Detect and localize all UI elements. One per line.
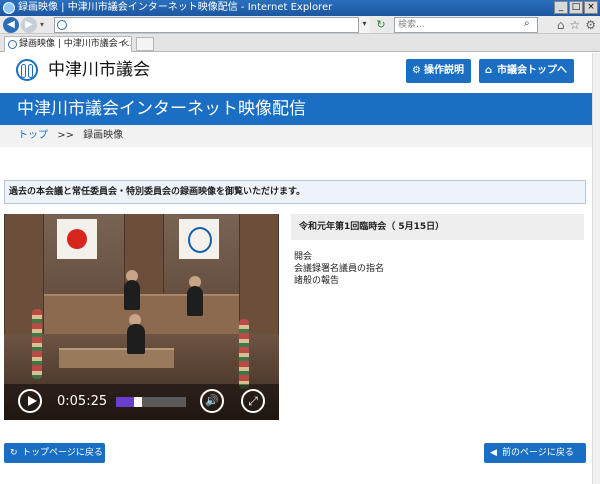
play-icon[interactable]	[18, 389, 42, 413]
breadcrumb-separator: >>	[57, 130, 74, 141]
page-content: 中津川市議会 ⚙ 操作説明 ⌂ 市議会トップへ 中津川市議会インターネット映像配…	[0, 53, 592, 484]
prev-page-button[interactable]: ◀ 前のページに戻る	[484, 443, 586, 463]
ie-logo-icon	[3, 2, 15, 14]
decoration	[239, 319, 249, 389]
speaker-figure	[127, 324, 145, 354]
address-bar[interactable]	[54, 17, 370, 33]
video-controls: 0:05:25 🔊 ⤢	[4, 384, 279, 420]
city-flag	[179, 219, 219, 259]
tab-title: 録画映像 | 中津川市議会イ...	[19, 39, 132, 49]
session-title-bar: 令和元年第1回臨時会（ 5月15日）	[291, 214, 584, 240]
maximize-button[interactable]: □	[569, 1, 583, 14]
window-title-bar: 録画映像 | 中津川市議会インターネット映像配信 - Internet Expl…	[0, 0, 600, 16]
council-top-label: 市議会トップへ	[497, 65, 567, 76]
browser-toolbar: ◀ ▶ ▾ ▾ ↻ 検索... ⌕ ⌂ ☆ ⚙	[0, 16, 600, 34]
page-banner: 中津川市議会インターネット映像配信	[0, 93, 592, 125]
breadcrumb-current: 録画映像	[83, 130, 124, 141]
agenda-item[interactable]: 開会	[294, 251, 584, 263]
minimize-button[interactable]: _	[554, 1, 568, 14]
video-player[interactable]: 0:05:25 🔊 ⤢	[4, 214, 279, 420]
tab-favicon-icon	[8, 40, 17, 49]
video-wall-panel	[239, 214, 279, 334]
seek-knob[interactable]	[134, 397, 142, 407]
site-name[interactable]: 中津川市議会	[48, 59, 150, 81]
notice-box: 過去の本会議と常任委員会・特別委員会の録画映像を御覧いただけます。	[4, 180, 586, 204]
official-figure	[187, 286, 203, 316]
tab-recorded-video[interactable]: 録画映像 | 中津川市議会イ... ×	[4, 36, 132, 52]
podium	[59, 348, 174, 368]
agenda-item[interactable]: 諸般の報告	[294, 275, 584, 287]
window-title: 録画映像 | 中津川市議会インターネット映像配信 - Internet Expl…	[18, 2, 333, 13]
video-time: 0:05:25	[57, 394, 108, 409]
back-button[interactable]: ◀	[3, 17, 19, 33]
seek-bar[interactable]	[116, 397, 186, 407]
page-scrollbar[interactable]	[592, 53, 600, 484]
search-icon[interactable]: ⌕	[524, 18, 530, 29]
page-title: 中津川市議会インターネット映像配信	[17, 99, 306, 119]
gear-icon: ⚙	[412, 65, 421, 76]
volume-icon[interactable]: 🔊	[200, 389, 224, 413]
site-favicon-icon	[57, 20, 67, 30]
favorites-icon[interactable]: ☆	[569, 17, 580, 33]
city-emblem-icon[interactable]	[16, 59, 38, 81]
tab-close-icon[interactable]: ×	[121, 37, 129, 51]
refresh-arrow-icon: ↻	[10, 448, 18, 458]
breadcrumb: トップ >> 録画映像	[0, 125, 592, 147]
council-top-button[interactable]: ⌂ 市議会トップへ	[479, 59, 574, 83]
japan-flag	[57, 219, 97, 259]
home-icon[interactable]: ⌂	[557, 17, 565, 33]
window-controls: _ □ ×	[554, 1, 598, 14]
decoration	[32, 309, 42, 379]
close-window-button[interactable]: ×	[584, 1, 598, 14]
prev-page-label: 前のページに戻る	[502, 448, 574, 458]
howto-label: 操作説明	[424, 65, 464, 76]
toolbar-icons: ⌂ ☆ ⚙	[557, 17, 596, 33]
forward-button[interactable]: ▶	[21, 17, 37, 33]
video-frame	[4, 214, 279, 334]
address-dropdown-icon[interactable]: ▾	[358, 17, 370, 33]
notice-text: 過去の本会議と常任委員会・特別委員会の録画映像を御覧いただけます。	[9, 187, 306, 197]
session-title: 令和元年第1回臨時会（ 5月15日）	[299, 222, 445, 232]
refresh-icon[interactable]: ↻	[374, 18, 388, 32]
building-icon: ⌂	[485, 65, 493, 76]
history-dropdown-icon[interactable]: ▾	[40, 20, 44, 29]
official-figure	[124, 280, 140, 310]
seek-bar-fill	[116, 397, 134, 407]
howto-button[interactable]: ⚙ 操作説明	[406, 59, 471, 83]
tools-gear-icon[interactable]: ⚙	[585, 17, 596, 33]
new-tab-button[interactable]	[136, 37, 154, 51]
agenda-list: 開会 会議録署名議員の指名 諸般の報告	[294, 251, 584, 287]
back-to-top-button[interactable]: ↻ トップページに戻る	[4, 443, 105, 463]
breadcrumb-home-link[interactable]: トップ	[18, 130, 48, 141]
back-to-top-label: トップページに戻る	[22, 448, 103, 458]
left-arrow-icon: ◀	[490, 448, 497, 458]
agenda-item[interactable]: 会議録署名議員の指名	[294, 263, 584, 275]
fullscreen-icon[interactable]: ⤢	[241, 389, 265, 413]
tab-strip: 録画映像 | 中津川市議会イ... ×	[0, 34, 600, 52]
search-input[interactable]: 検索...	[394, 17, 538, 33]
site-header: 中津川市議会 ⚙ 操作説明 ⌂ 市議会トップへ	[0, 53, 592, 91]
